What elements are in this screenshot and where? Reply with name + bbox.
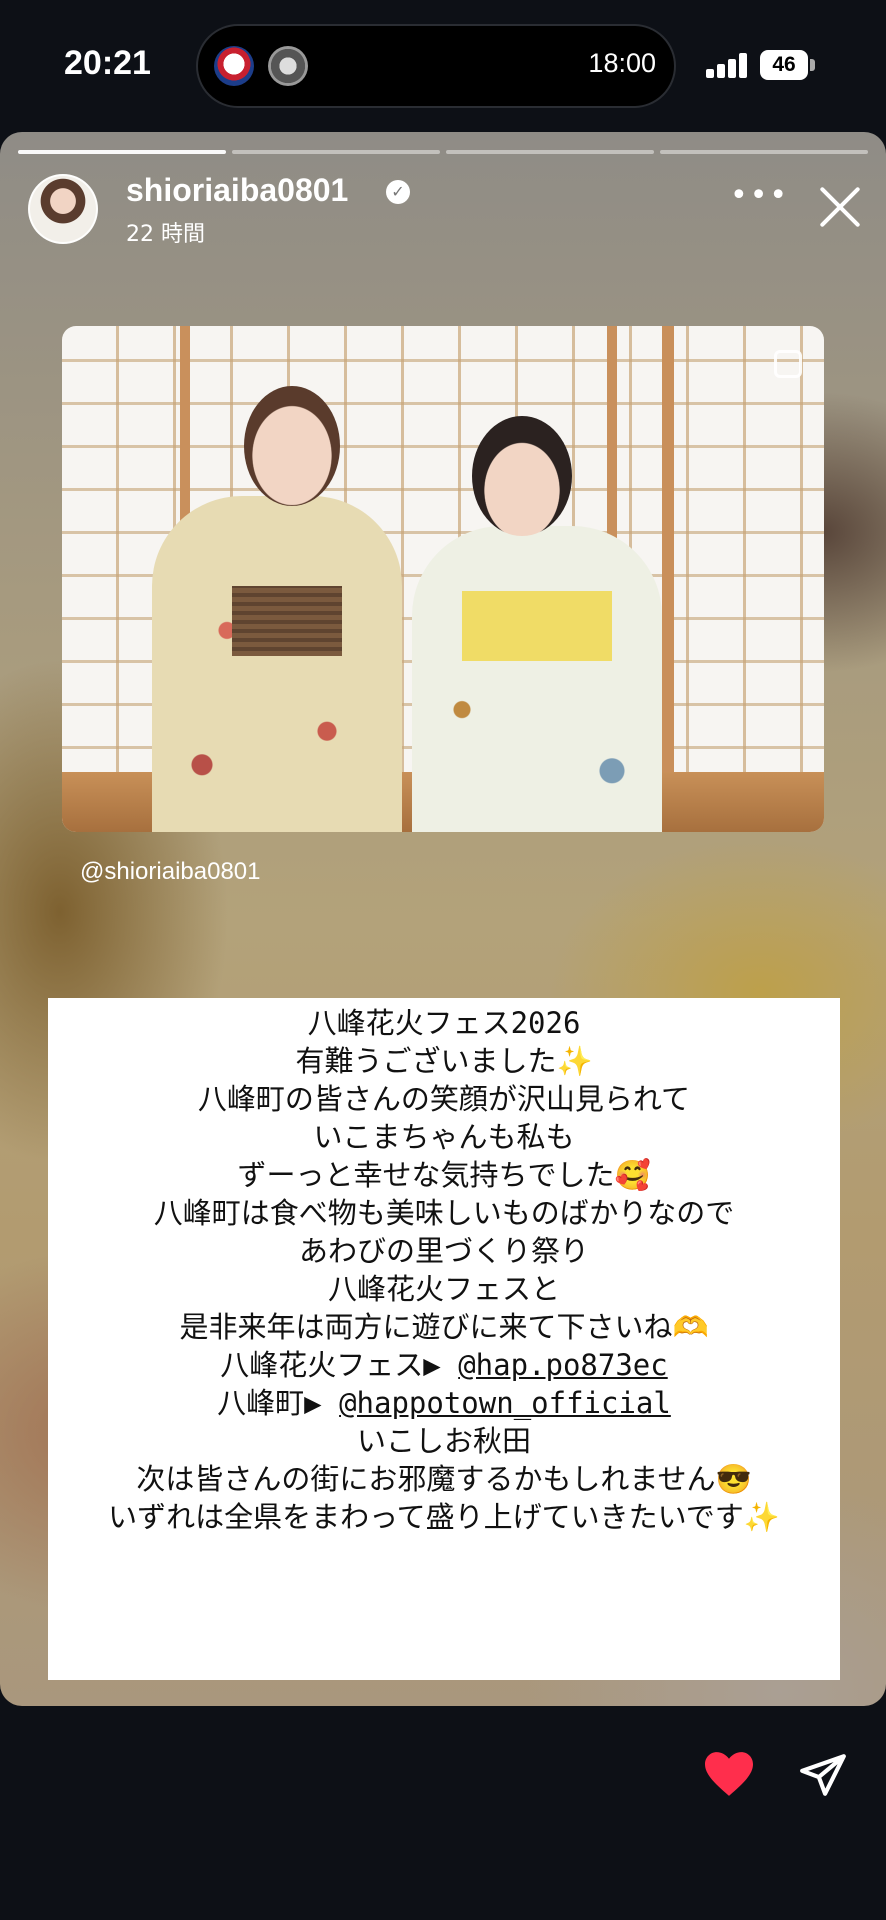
caption-line: 八峰花火フェス▶ @hap.po873ec <box>56 1346 832 1384</box>
close-icon[interactable] <box>816 182 864 230</box>
caption-line: 八峰花火フェスと <box>327 1272 560 1306</box>
caption-line: 八峰町は食べ物も美味しいものばかりなので <box>153 1196 735 1230</box>
shared-post-photo[interactable] <box>62 326 824 832</box>
caption-line: 八峰町▶ @happotown_official <box>56 1384 832 1422</box>
caption-line: 次は皆さんの街にお邪魔するかもしれません😎 <box>136 1462 752 1496</box>
clock: 20:21 <box>64 44 151 82</box>
story-viewer[interactable]: shioriaiba0801 ✓ 22 時間 ••• @shioriaiba08… <box>0 132 886 1706</box>
caption-line: 有難うございました✨ <box>295 1044 593 1078</box>
send-icon[interactable] <box>796 1750 850 1800</box>
caption-line: 是非来年は両方に遊びに来て下さいね🫶 <box>179 1310 709 1344</box>
team-logo-icon <box>268 46 308 86</box>
caption-line: 八峰町の皆さんの笑顔が沢山見られて <box>197 1082 691 1116</box>
heart-icon[interactable] <box>702 1750 756 1798</box>
progress-segment <box>18 150 226 154</box>
battery-icon: 46 <box>760 50 808 80</box>
progress-segment <box>446 150 654 154</box>
mention-link[interactable]: @hap.po873ec <box>458 1348 668 1382</box>
photo-credit[interactable]: @shioriaiba0801 <box>80 858 260 886</box>
username[interactable]: shioriaiba0801 <box>126 172 348 209</box>
more-icon[interactable]: ••• <box>730 181 787 212</box>
progress-segment <box>232 150 440 154</box>
status-bar: 20:21 18:00 46 <box>0 0 886 130</box>
story-text-box: 八峰花火フェス2026 有難うございました✨ 八峰町の皆さんの笑顔が沢山見られて… <box>48 998 840 1680</box>
caption-line: ずーっと幸せな気持ちでした🥰 <box>237 1158 651 1192</box>
caption-line-prefix: 八峰町▶ <box>217 1386 340 1420</box>
dynamic-island[interactable]: 18:00 <box>196 24 676 108</box>
person-right <box>412 416 662 832</box>
battery-tip <box>810 59 815 71</box>
live-activity-time: 18:00 <box>588 48 656 78</box>
copy-icon <box>774 350 802 378</box>
team-logo-icon <box>214 46 254 86</box>
person-left <box>152 386 402 832</box>
caption-line: いずれは全県をまわって盛り上げていきたいです✨ <box>108 1500 780 1534</box>
caption-line: あわびの里づくり祭り <box>298 1234 589 1268</box>
avatar[interactable] <box>28 174 98 244</box>
progress-segment <box>660 150 868 154</box>
caption-line: いこしお秋田 <box>356 1424 531 1458</box>
caption-line-prefix: 八峰花火フェス▶ <box>220 1348 459 1382</box>
caption-line: 八峰花火フェス2026 <box>307 1006 581 1040</box>
verified-badge-icon: ✓ <box>386 180 410 204</box>
time-ago: 22 時間 <box>126 222 205 247</box>
caption-line: いこまちゃんも私も <box>313 1120 575 1154</box>
signal-icon <box>706 52 750 78</box>
story-progress <box>18 150 868 154</box>
mention-link[interactable]: @happotown_official <box>339 1386 671 1420</box>
